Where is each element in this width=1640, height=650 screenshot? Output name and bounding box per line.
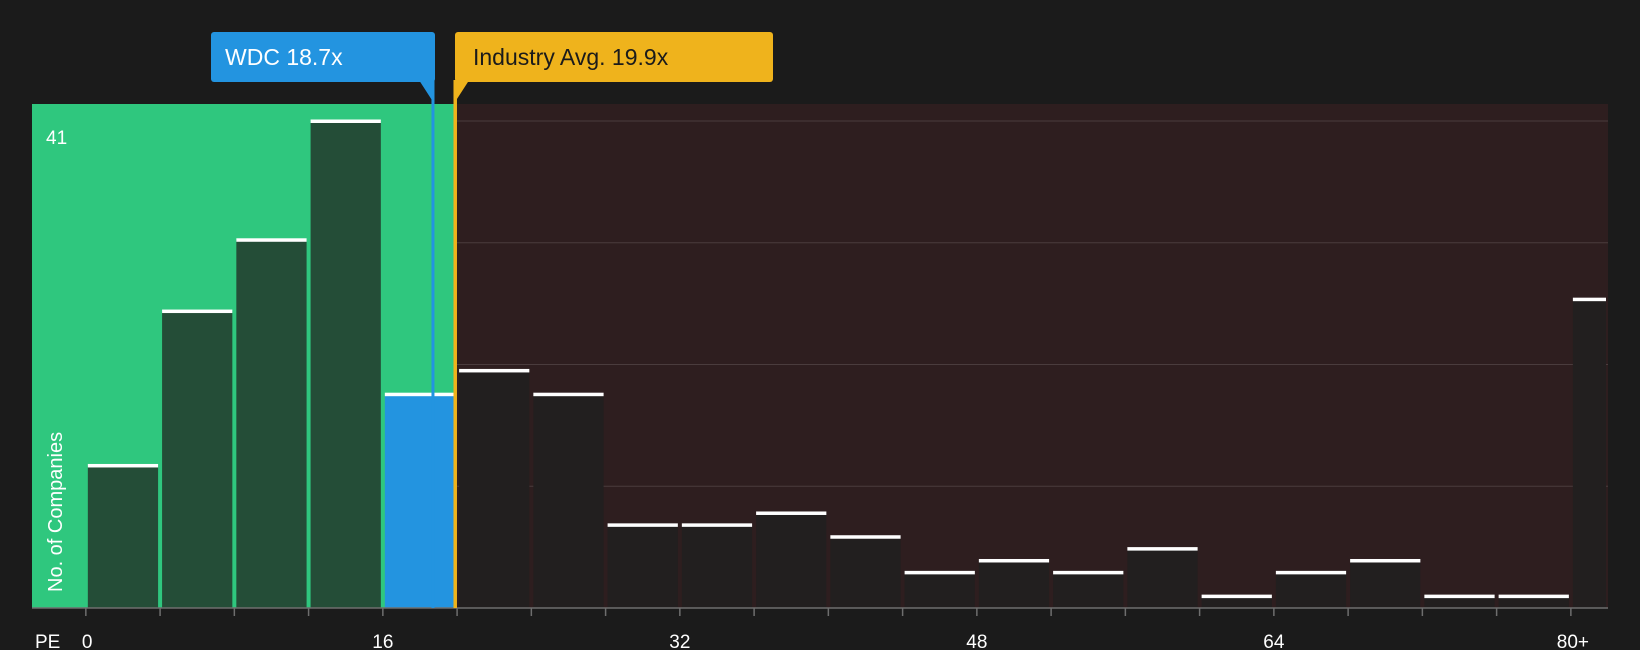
histogram-bar-5 xyxy=(384,394,456,608)
histogram-bar-17 xyxy=(1275,572,1347,608)
bar-cap-12 xyxy=(904,570,975,575)
histogram-bar-12 xyxy=(904,572,975,608)
bar-cap-20 xyxy=(1498,594,1569,599)
pe-histogram-chart: 0 16 32 48 64 80+ PE 41 No. of Companies xyxy=(32,80,1608,650)
histogram-bar-14 xyxy=(1053,572,1124,608)
bar-cap-21 xyxy=(1572,297,1606,302)
histogram-bar-2 xyxy=(162,311,233,608)
histogram-bar-15 xyxy=(1127,548,1198,608)
histogram-bar-4 xyxy=(310,121,381,608)
histogram-bar-11 xyxy=(830,536,901,608)
x-tick-label-48: 48 xyxy=(966,632,987,650)
histogram-bar-1 xyxy=(87,465,159,608)
bar-cap-13 xyxy=(978,558,1050,563)
histogram-bar-18 xyxy=(1350,560,1421,608)
x-tick-label-0: 0 xyxy=(82,632,93,650)
bar-cap-9 xyxy=(681,523,753,527)
bar-cap-19 xyxy=(1424,594,1495,599)
x-tick-label-16: 16 xyxy=(372,632,393,650)
y-axis-title: No. of Companies xyxy=(45,432,67,592)
industry-avg-callout: Industry Avg. 19.9x xyxy=(455,32,773,82)
histogram-bar-7 xyxy=(533,394,604,608)
bar-cap-5 xyxy=(384,392,456,397)
histogram-bar-21 xyxy=(1572,299,1606,608)
bar-cap-6 xyxy=(459,368,530,373)
histogram-bar-3 xyxy=(236,239,307,608)
bar-cap-10 xyxy=(756,511,827,515)
x-axis-title: PE xyxy=(35,632,60,650)
x-tick-label-64: 64 xyxy=(1263,632,1285,650)
histogram-bar-9 xyxy=(681,524,753,608)
bar-cap-15 xyxy=(1127,547,1198,551)
bar-cap-18 xyxy=(1350,558,1421,563)
bar-cap-11 xyxy=(830,535,901,539)
bar-cap-3 xyxy=(236,238,307,242)
bar-cap-4 xyxy=(310,119,381,123)
company-pe-callout: WDC 18.7x xyxy=(211,32,435,82)
histogram-bar-13 xyxy=(978,560,1050,608)
bar-cap-1 xyxy=(87,463,159,468)
bar-cap-14 xyxy=(1053,570,1124,575)
histogram-bar-10 xyxy=(756,512,827,608)
y-max-label: 41 xyxy=(46,128,67,149)
bar-cap-17 xyxy=(1275,570,1347,575)
bar-cap-2 xyxy=(162,309,233,314)
histogram-bar-6 xyxy=(459,370,530,608)
x-tick-label-80plus: 80+ xyxy=(1557,632,1589,650)
histogram-bar-8 xyxy=(607,524,678,608)
x-tick-label-32: 32 xyxy=(669,632,690,650)
bar-cap-8 xyxy=(607,523,678,527)
bar-cap-16 xyxy=(1201,594,1272,599)
bar-cap-7 xyxy=(533,392,604,397)
